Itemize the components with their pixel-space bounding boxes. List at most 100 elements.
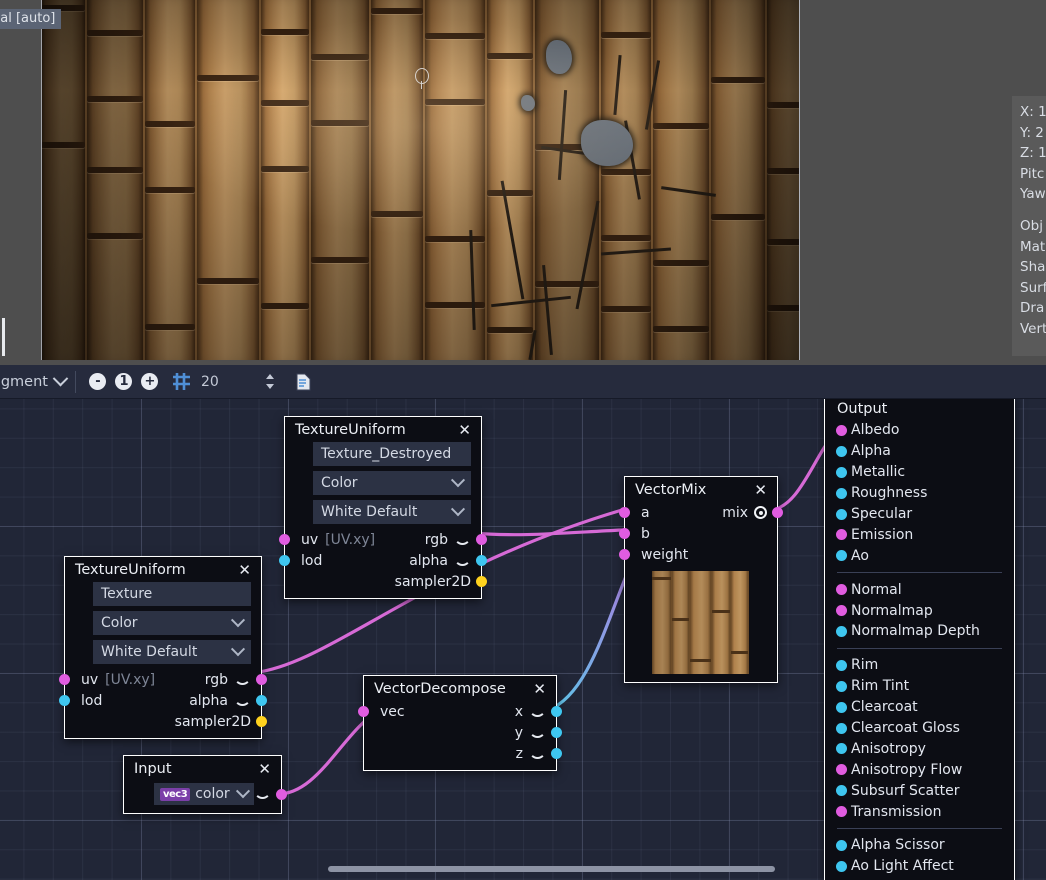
close-icon[interactable]: ✕ [236,563,253,578]
output-port-label: Subsurf Scatter [851,783,959,799]
output-port-row: Anisotropy Flow [825,759,1014,780]
port-in-clearcoat[interactable] [836,702,847,713]
node-texture-uniform-plain[interactable]: TextureUniform ✕ Texture Color White Def… [64,556,262,739]
expand-icon[interactable] [529,728,546,738]
port-in-ao[interactable] [836,550,847,561]
output-port-label: Clearcoat [851,699,918,715]
node-texture-uniform-destroyed[interactable]: TextureUniform ✕ Texture_Destroyed Color… [284,416,482,599]
port-in-normal[interactable] [836,584,847,595]
info-y: Y: 2 [1020,123,1046,144]
node-output[interactable]: Output AlbedoAlphaMetallicRoughnessSpecu… [824,394,1015,880]
node-vector-decompose[interactable]: VectorDecompose ✕ vec x y [363,675,557,771]
output-port-row: Normalmap [825,600,1014,621]
port-in-uv[interactable] [279,534,290,545]
zoom-out-button[interactable]: - [85,369,111,395]
port-row-b: b [625,523,777,544]
node-header[interactable]: VectorMix ✕ [625,477,777,502]
port-in-lod[interactable] [279,555,290,566]
shader-mode-dropdown[interactable]: ragment [0,374,66,390]
port-in-ao-light-affect[interactable] [836,861,847,872]
port-in-roughness[interactable] [836,488,847,499]
port-out-rgb[interactable] [256,674,267,685]
zoom-reset-button[interactable]: 1 [111,369,137,395]
expand-icon[interactable] [454,535,471,545]
close-icon[interactable]: ✕ [256,762,273,777]
expand-icon[interactable] [254,789,271,799]
node-header[interactable]: TextureUniform ✕ [285,417,481,442]
close-icon[interactable]: ✕ [752,483,769,498]
node-header[interactable]: VectorDecompose ✕ [364,676,556,701]
port-in-anisotropy-flow[interactable] [836,764,847,775]
thumb-seam [712,610,730,613]
plus-icon: + [141,373,158,390]
graph-horizontal-scrollbar[interactable] [328,866,775,872]
port-in-vec[interactable] [358,706,369,717]
close-icon[interactable]: ✕ [531,682,548,697]
port-in-rim[interactable] [836,660,847,671]
file-icon [295,373,312,391]
eye-icon[interactable] [754,506,767,519]
port-in-alpha-scissor[interactable] [836,840,847,851]
port-out-sampler2d[interactable] [476,576,487,587]
port-out-mix[interactable] [772,507,783,518]
expand-icon[interactable] [529,707,546,717]
close-icon[interactable]: ✕ [456,423,473,438]
grid-size-stepper[interactable] [257,369,283,395]
output-port-row: Roughness [825,483,1014,504]
port-in-clearcoat-gloss[interactable] [836,723,847,734]
port-in-transmission[interactable] [836,806,847,817]
open-file-button[interactable] [291,369,317,395]
texture-default-select[interactable]: White Default [93,640,251,664]
expand-icon[interactable] [234,696,251,706]
texture-type-select[interactable]: Color [313,471,471,495]
out-group-rgb: rgb [425,532,481,548]
out-group-sampler: sampler2D [395,574,481,590]
port-in-normalmap[interactable] [836,605,847,616]
node-header[interactable]: Input ✕ [124,756,281,781]
texture-name-field[interactable]: Texture [93,582,251,606]
output-port-label: Rim [851,657,878,673]
port-out-rgb[interactable] [476,534,487,545]
input-source-select[interactable]: vec3 color [154,783,254,805]
zoom-in-button[interactable]: + [137,369,163,395]
port-out-y[interactable] [551,727,562,738]
port-out-z[interactable] [551,748,562,759]
port-in-a[interactable] [619,507,630,518]
port-row-sampler: sampler2D [285,571,481,592]
port-in-alpha[interactable] [836,446,847,457]
node-vector-mix[interactable]: VectorMix ✕ a mix b weight [624,476,778,683]
viewport-split-handle[interactable] [2,318,5,356]
port-out-alpha[interactable] [256,695,267,706]
node-header[interactable]: TextureUniform ✕ [65,557,261,582]
expand-icon[interactable] [234,675,251,685]
port-label-alpha: alpha [409,553,448,569]
expand-icon[interactable] [529,749,546,759]
port-in-emission[interactable] [836,529,847,540]
expand-icon[interactable] [454,556,471,566]
grid-size-value[interactable]: 20 [201,374,227,390]
port-in-albedo[interactable] [836,425,847,436]
port-in-uv[interactable] [59,674,70,685]
port-out-input[interactable] [276,789,287,800]
port-in-normalmap-depth[interactable] [836,626,847,637]
texture-default-select[interactable]: White Default [313,500,471,524]
port-out-alpha[interactable] [476,555,487,566]
3d-viewport[interactable]: nal [auto] [0,0,1046,365]
output-port-label: Metallic [851,464,905,480]
port-in-lod[interactable] [59,695,70,706]
out-group-mix: mix [722,505,777,521]
texture-type-select[interactable]: Color [93,611,251,635]
port-out-x[interactable] [551,706,562,717]
port-in-specular[interactable] [836,509,847,520]
port-in-subsurf-scatter[interactable] [836,785,847,796]
light-gizmo-icon[interactable] [415,68,429,84]
node-input[interactable]: Input ✕ vec3 color [123,755,282,814]
port-in-rim-tint[interactable] [836,681,847,692]
snap-grid-button[interactable] [169,369,195,395]
texture-name-field[interactable]: Texture_Destroyed [313,442,471,466]
port-in-b[interactable] [619,528,630,539]
port-in-anisotropy[interactable] [836,743,847,754]
port-in-weight[interactable] [619,549,630,560]
port-in-metallic[interactable] [836,467,847,478]
port-out-sampler2d[interactable] [256,716,267,727]
